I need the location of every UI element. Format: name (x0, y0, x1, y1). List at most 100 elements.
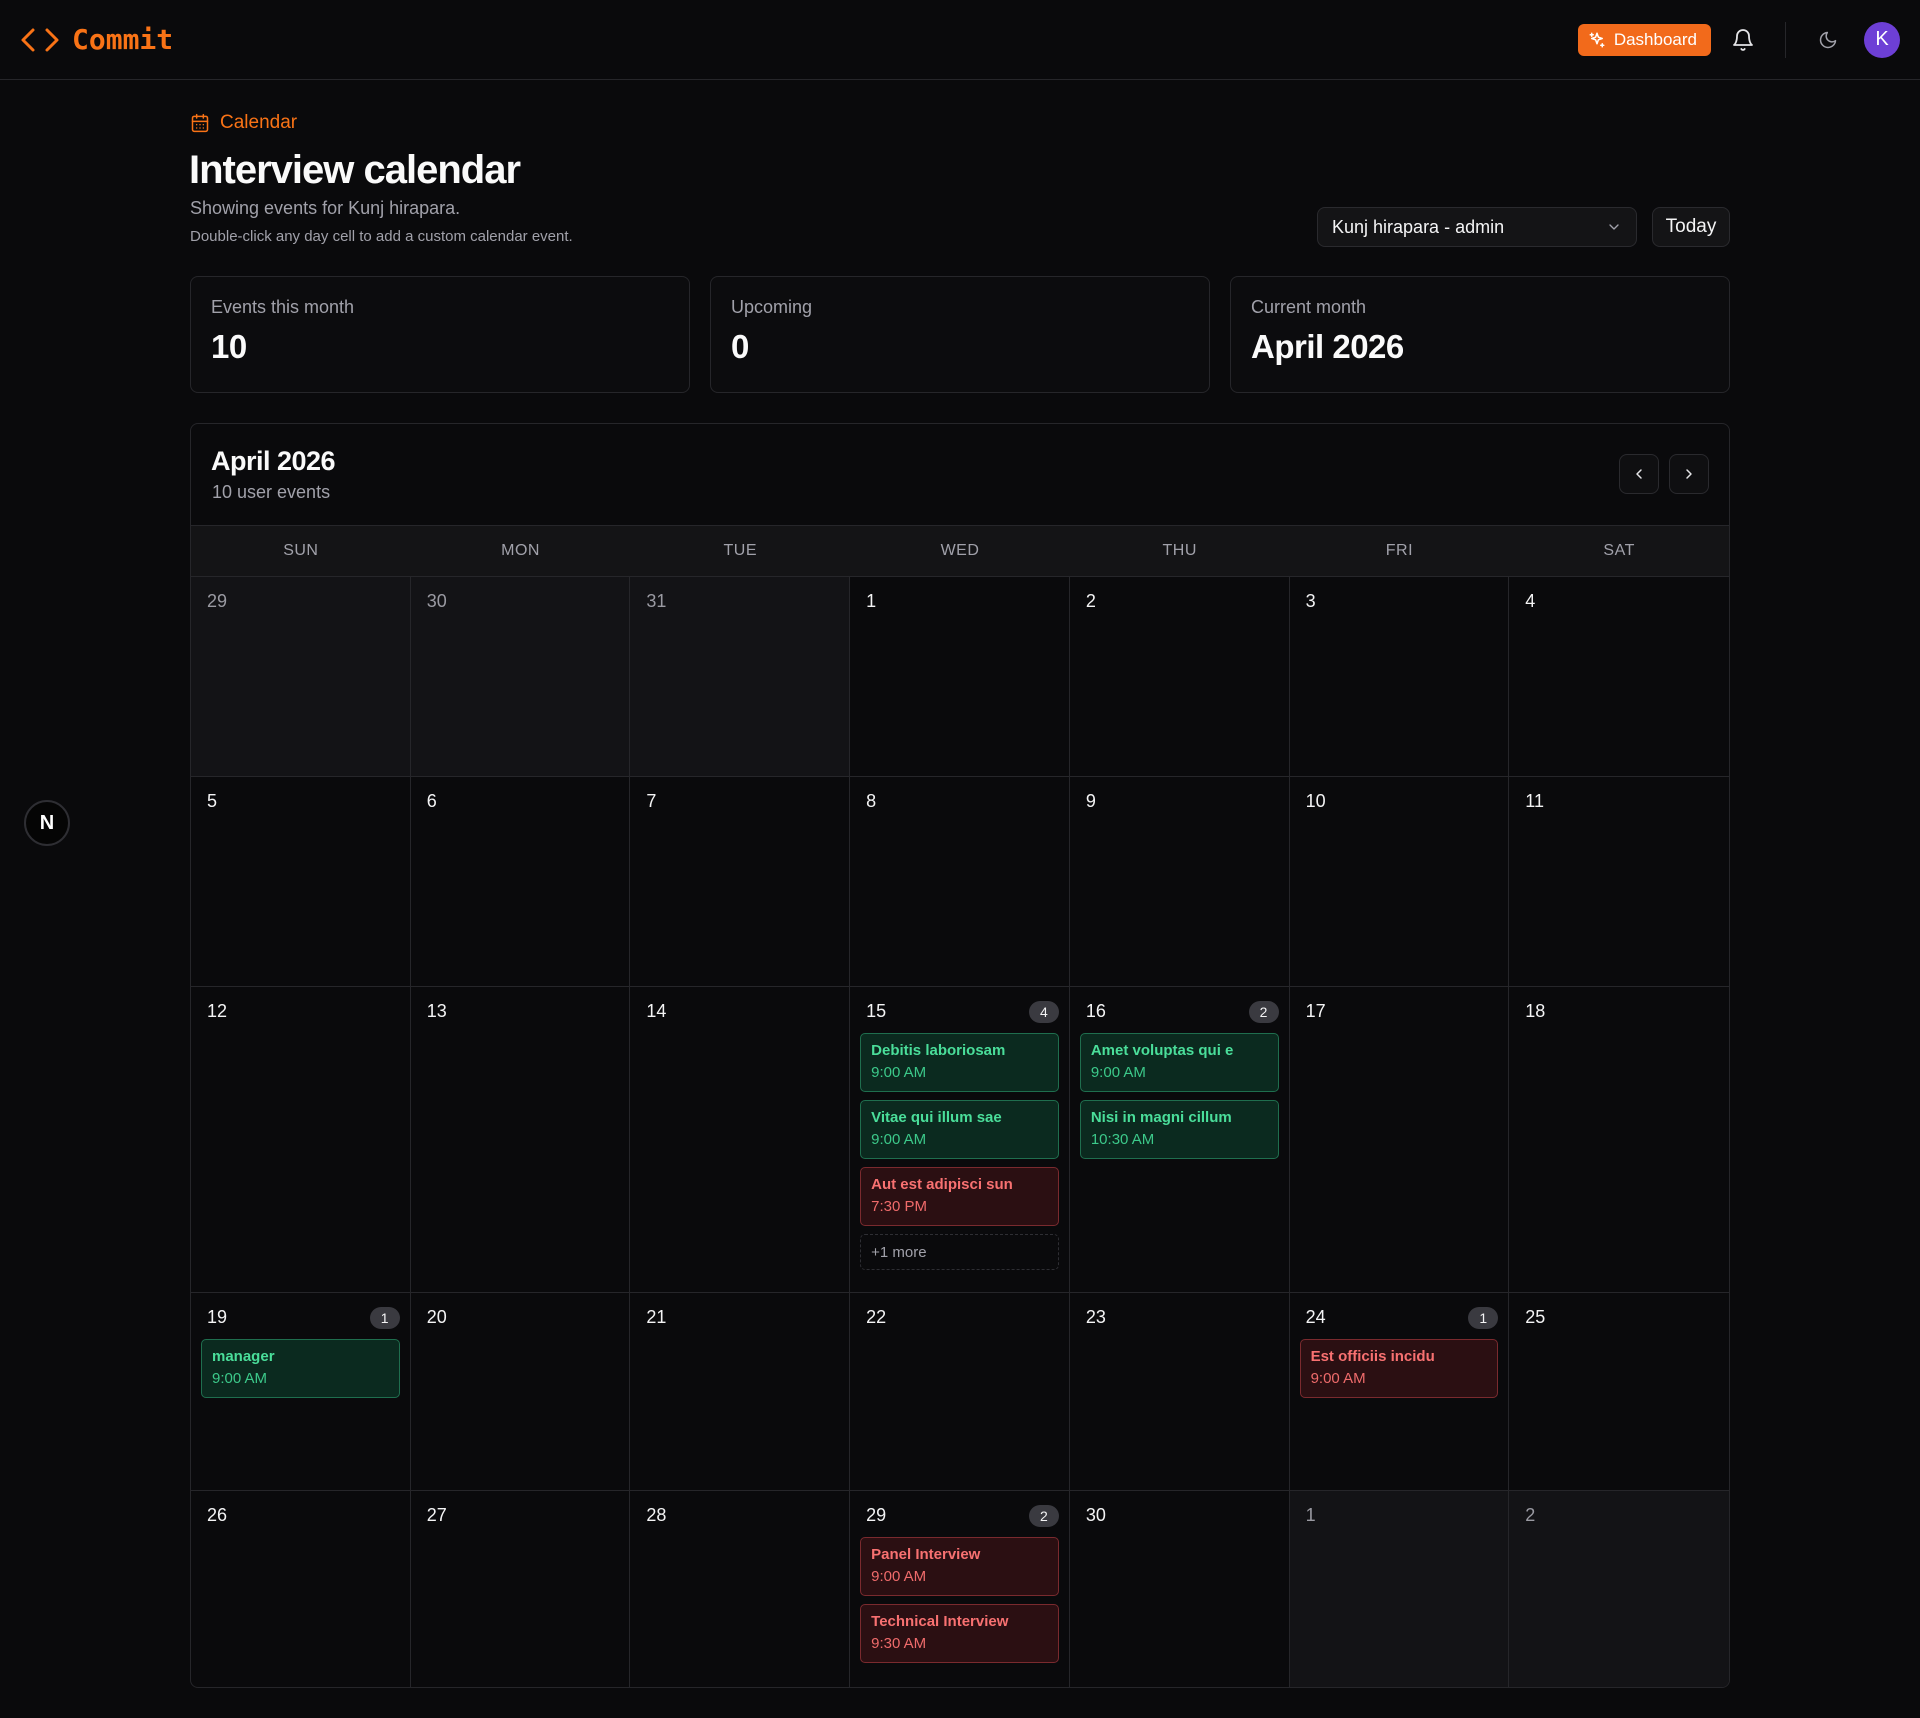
stat-card-upcoming: Upcoming 0 (710, 276, 1210, 393)
day-number: 2 (1085, 591, 1096, 611)
stat-value: 10 (211, 328, 247, 365)
theme-toggle-button[interactable] (1808, 20, 1848, 60)
event-title: Vitae qui illum sae (871, 1109, 1002, 1126)
event-title: Panel Interview (871, 1546, 981, 1563)
calendar-week-row: 12 13 14 15 4 Debitis laboriosam 9:00 AM Vitae … (191, 987, 1729, 1293)
user-avatar[interactable]: K (1864, 21, 1900, 58)
day-number: 10 (1305, 791, 1326, 811)
day-number: 30 (426, 591, 447, 611)
header-divider (1785, 21, 1786, 58)
day-cell[interactable]: 12 (191, 987, 411, 1292)
day-cell[interactable]: 1 (1289, 1491, 1510, 1687)
next-dev-badge[interactable]: N (24, 800, 70, 846)
day-number: 25 (1525, 1307, 1546, 1327)
day-cell[interactable]: 6 (411, 777, 631, 986)
day-cell[interactable]: 19 1 manager 9:00 AM (191, 1293, 411, 1490)
day-cell[interactable]: 5 (191, 777, 411, 986)
day-cell[interactable]: 9 (1070, 777, 1290, 986)
calendar-event[interactable]: Vitae qui illum sae 9:00 AM (860, 1100, 1059, 1159)
day-cell[interactable]: 27 (411, 1491, 631, 1687)
brand-name: Commit (72, 23, 174, 56)
day-cell[interactable]: 7 (630, 777, 851, 986)
brand-logo[interactable]: Commit (20, 23, 173, 56)
day-cell[interactable]: 11 (1509, 777, 1729, 986)
today-button[interactable]: Today (1652, 207, 1730, 247)
day-cell[interactable]: 1 (850, 577, 1070, 776)
event-time: 7:30 PM (871, 1198, 928, 1215)
event-time: 9:00 AM (1090, 1064, 1146, 1081)
day-number: 7 (646, 791, 657, 811)
weekday-label: SAT (1603, 542, 1635, 559)
calendar-event[interactable]: Nisi in magni cillum 10:30 AM (1079, 1100, 1279, 1159)
prev-month-button[interactable] (1619, 454, 1659, 494)
stat-card-events-this-month: Events this month 10 (190, 276, 690, 393)
day-cell[interactable]: 23 (1070, 1293, 1290, 1490)
event-time: 9:00 AM (1310, 1370, 1366, 1387)
calendar-event[interactable]: Technical Interview 9:30 AM (860, 1604, 1059, 1663)
calendar-event[interactable]: manager 9:00 AM (201, 1339, 400, 1398)
day-cell[interactable]: 15 4 Debitis laboriosam 9:00 AM Vitae qui il… (850, 987, 1070, 1292)
day-number: 14 (646, 1001, 667, 1021)
event-time: 9:00 AM (871, 1131, 927, 1148)
day-cell[interactable]: 29 2 Panel Interview 9:00 AM Technical Inter… (850, 1491, 1070, 1687)
day-number: 28 (646, 1505, 667, 1525)
day-number: 9 (1085, 791, 1096, 811)
sparkles-icon (1589, 32, 1605, 47)
day-cell[interactable]: 24 1 Est officiis incidu 9:00 AM (1290, 1293, 1510, 1490)
day-cell[interactable]: 26 (191, 1491, 411, 1687)
more-events-link[interactable]: +1 more (860, 1234, 1059, 1270)
calendar-event[interactable]: Amet voluptas qui e 9:00 AM (1079, 1033, 1279, 1092)
weekday-label: MON (501, 542, 540, 559)
calendar-week-row: 5 6 7 8 9 10 11 (191, 777, 1729, 987)
day-cell[interactable]: 30 (410, 577, 631, 776)
day-cell[interactable]: 2 (1509, 1491, 1729, 1687)
day-cell[interactable]: 13 (411, 987, 631, 1292)
breadcrumb-label: Calendar (220, 112, 298, 133)
day-cell[interactable]: 4 (1509, 577, 1729, 776)
day-cell[interactable]: 8 (850, 777, 1070, 986)
day-cell[interactable]: 25 (1509, 1293, 1729, 1490)
dashboard-label: Dashboard (1613, 29, 1697, 49)
calendar-event[interactable]: Debitis laboriosam 9:00 AM (860, 1033, 1059, 1092)
calendar-event[interactable]: Est officiis incidu 9:00 AM (1299, 1339, 1499, 1398)
calendar-event[interactable]: Aut est adipisci sun 7:30 PM (860, 1167, 1059, 1226)
event-time: 9:30 AM (871, 1635, 927, 1652)
event-title: Technical Interview (871, 1613, 1009, 1630)
calendar-week-row: 19 1 manager 9:00 AM 20 21 22 23 24 1 Est officiis… (191, 1293, 1729, 1491)
day-number: 17 (1305, 1001, 1326, 1021)
day-number: 3 (1305, 591, 1316, 611)
day-cell[interactable]: 16 2 Amet voluptas qui e 9:00 AM Nisi in mag… (1070, 987, 1290, 1292)
day-cell[interactable]: 10 (1290, 777, 1510, 986)
day-number: 22 (866, 1307, 887, 1327)
event-time: 9:00 AM (871, 1064, 927, 1081)
calendar-header: April 2026 10 user events (191, 424, 1729, 525)
day-cell[interactable]: 14 (630, 987, 851, 1292)
day-number: 20 (426, 1307, 447, 1327)
dashboard-button[interactable]: Dashboard (1577, 23, 1711, 56)
month-calendar: April 2026 10 user events SUN MON TUE WED TH… (190, 423, 1730, 1688)
day-cell[interactable]: 17 (1290, 987, 1510, 1292)
user-select[interactable]: Kunj hirapara - admin (1317, 207, 1637, 247)
next-month-button[interactable] (1669, 454, 1709, 494)
day-number: 23 (1085, 1307, 1106, 1327)
day-cell[interactable]: 22 (850, 1293, 1070, 1490)
event-count-badge: 1 (369, 1307, 400, 1329)
calendar-event[interactable]: Panel Interview 9:00 AM (860, 1537, 1059, 1596)
day-cell[interactable]: 29 (191, 577, 411, 776)
day-number: 18 (1525, 1001, 1546, 1021)
day-number: 5 (207, 791, 218, 811)
chevron-right-icon (1686, 469, 1692, 479)
day-cell[interactable]: 3 (1290, 577, 1510, 776)
day-cell[interactable]: 20 (411, 1293, 631, 1490)
day-cell[interactable]: 28 (630, 1491, 851, 1687)
day-cell[interactable]: 30 (1070, 1491, 1290, 1687)
calendar-icon (191, 113, 209, 133)
event-title: manager (212, 1348, 275, 1365)
day-number: 30 (1085, 1505, 1106, 1525)
day-cell[interactable]: 31 (630, 577, 851, 776)
day-number: 12 (207, 1001, 228, 1021)
day-cell[interactable]: 21 (630, 1293, 851, 1490)
day-cell[interactable]: 2 (1070, 577, 1290, 776)
day-cell[interactable]: 18 (1509, 987, 1729, 1292)
notifications-button[interactable] (1723, 20, 1763, 60)
